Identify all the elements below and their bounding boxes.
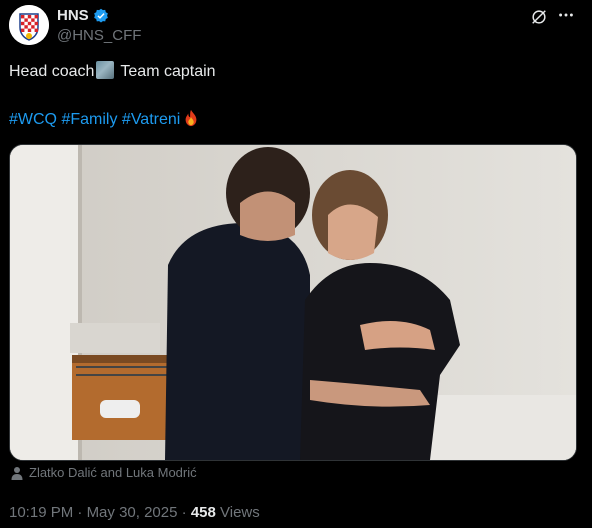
hashtags: #WCQ #Family #Vatreni bbox=[9, 109, 200, 130]
hashtag-family[interactable]: #Family bbox=[61, 111, 117, 128]
more-icon[interactable] bbox=[557, 6, 575, 24]
display-name-row[interactable]: HNS bbox=[57, 7, 109, 24]
tweet-timestamp: 10:19 PM · May 30, 2025 · 458 Views bbox=[9, 504, 260, 521]
photo-image bbox=[10, 145, 576, 460]
verified-badge-icon bbox=[93, 8, 108, 23]
tweet-time[interactable]: 10:19 PM bbox=[9, 504, 73, 521]
views-count: 458 bbox=[190, 504, 216, 521]
grok-icon[interactable] bbox=[530, 8, 548, 26]
tweet-date[interactable]: May 30, 2025 bbox=[87, 504, 178, 521]
tweet-text: Head coach Team captain bbox=[9, 61, 216, 82]
hashtag-wcq[interactable]: #WCQ bbox=[9, 111, 57, 128]
fire-emoji-icon bbox=[185, 109, 197, 127]
person-icon bbox=[11, 466, 23, 480]
tweet-text-part-1: Head coach bbox=[9, 63, 95, 80]
handshake-emoji-icon bbox=[96, 61, 115, 79]
tweet-text-part-2: Team captain bbox=[120, 63, 216, 80]
avatar[interactable] bbox=[9, 5, 49, 45]
photo-caption: Zlatko Dalić and Luka Modrić bbox=[11, 465, 197, 480]
display-name[interactable]: HNS bbox=[57, 7, 89, 24]
photo-caption-text: Zlatko Dalić and Luka Modrić bbox=[29, 465, 197, 480]
hashtag-vatreni[interactable]: #Vatreni bbox=[122, 111, 180, 128]
hns-crest-icon bbox=[9, 5, 49, 45]
tweet-photo[interactable] bbox=[9, 144, 577, 461]
user-handle[interactable]: @HNS_CFF bbox=[57, 27, 141, 44]
views-label: Views bbox=[220, 504, 260, 521]
